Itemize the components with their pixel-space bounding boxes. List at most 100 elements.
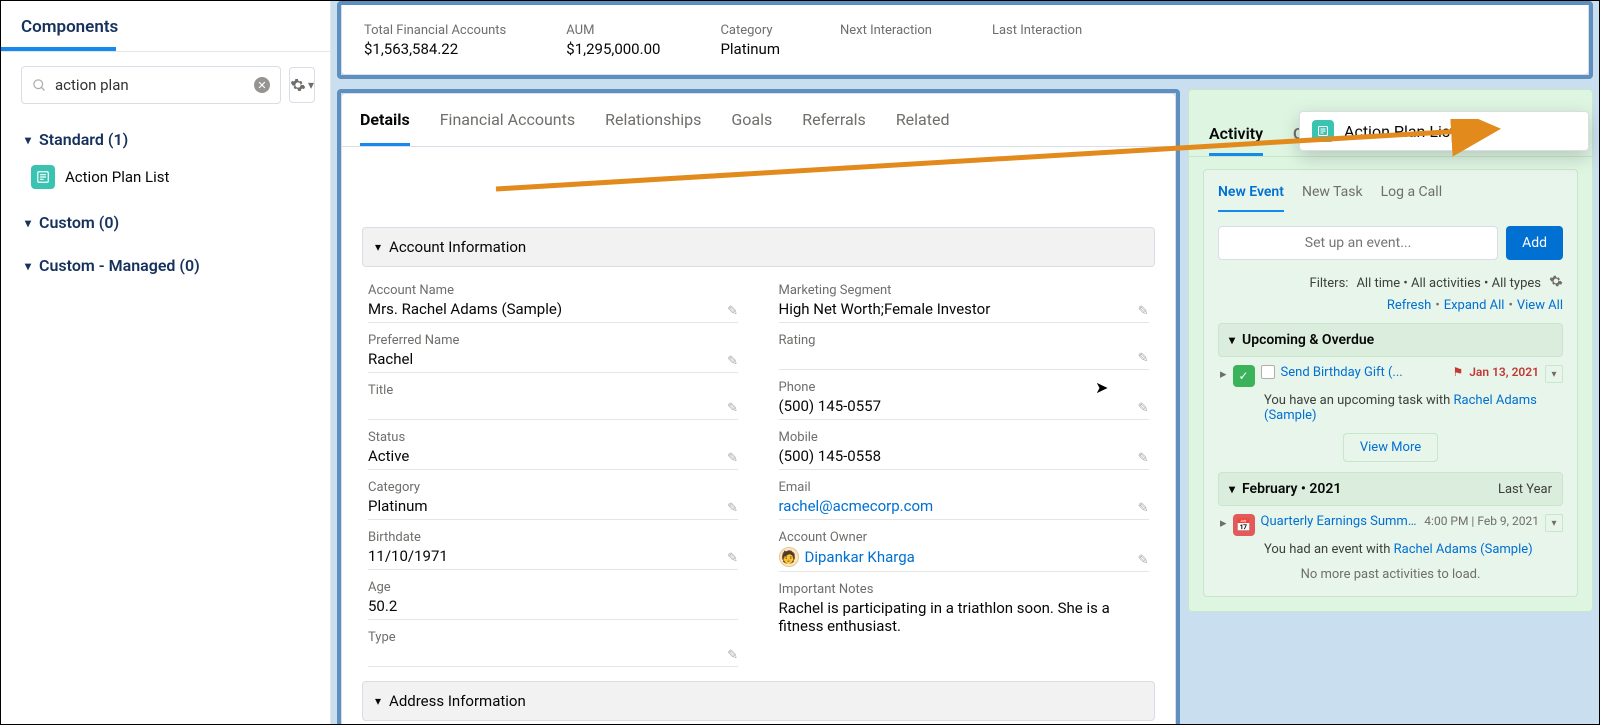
activity-panel: Activity Chatter New Event New Task Log …: [1188, 89, 1593, 612]
group-custom-managed[interactable]: ▾ Custom - Managed (0): [1, 240, 330, 283]
sidebar-title: Components: [1, 1, 330, 47]
event-time: 4:00 PM | Feb 9, 2021: [1424, 514, 1539, 528]
field-type: [368, 645, 738, 667]
edit-icon[interactable]: ✎: [1138, 553, 1149, 568]
component-search-input[interactable]: [55, 76, 254, 94]
edit-icon[interactable]: ✎: [727, 451, 738, 466]
task-checkbox[interactable]: [1261, 365, 1275, 379]
component-search-box[interactable]: ✕: [21, 66, 281, 104]
view-more-button[interactable]: View More: [1343, 433, 1438, 462]
field-mobile: (500) 145-0558: [779, 445, 1149, 470]
components-sidebar: Components ✕ ▾ ▾ Standard (1) Action Pla…: [1, 1, 331, 724]
field-important-notes: Rachel is participating in a triathlon s…: [779, 597, 1149, 639]
field-birthdate: 11/10/1971: [368, 545, 738, 570]
filter-settings-icon[interactable]: [1549, 274, 1563, 292]
related-record-link[interactable]: Rachel Adams (Sample): [1394, 542, 1533, 557]
sidebar-settings-button[interactable]: ▾: [289, 67, 315, 103]
field-preferred-name: Rachel: [368, 348, 738, 373]
gear-icon: [290, 77, 306, 93]
edit-icon[interactable]: ✎: [1138, 501, 1149, 516]
chevron-down-icon: ▾: [1229, 482, 1235, 496]
task-date: Jan 13, 2021: [1469, 365, 1539, 379]
highlights-panel: Total Financial Accounts$1,563,584.22 AU…: [341, 5, 1589, 75]
avatar: 🧑: [779, 547, 799, 567]
tab-details[interactable]: Details: [360, 94, 410, 146]
no-more-text: No more past activities to load.: [1218, 567, 1563, 582]
page-canvas: Total Financial Accounts$1,563,584.22 AU…: [331, 1, 1599, 724]
expand-all-link[interactable]: Expand All: [1444, 298, 1505, 313]
field-category: Platinum: [368, 495, 738, 520]
refresh-link[interactable]: Refresh: [1387, 298, 1431, 313]
group-label: Custom - Managed (0): [39, 256, 200, 275]
event-row: ▸ 📅 Quarterly Earnings Summa... 4:00 PM …: [1218, 514, 1563, 536]
tab-referrals[interactable]: Referrals: [802, 94, 866, 146]
group-standard[interactable]: ▾ Standard (1): [1, 114, 330, 157]
edit-icon[interactable]: ✎: [1138, 401, 1149, 416]
task-link[interactable]: Send Birthday Gift (...: [1281, 365, 1447, 380]
group-custom[interactable]: ▾ Custom (0): [1, 197, 330, 240]
drag-label: Action Plan List: [1344, 122, 1455, 141]
chevron-down-icon: ▾: [375, 694, 381, 708]
search-icon: [32, 78, 47, 93]
event-link[interactable]: Quarterly Earnings Summa...: [1261, 514, 1419, 529]
action-plan-icon: [1312, 120, 1334, 142]
view-all-link[interactable]: View All: [1517, 298, 1563, 313]
flag-icon: ⚑: [1452, 365, 1463, 379]
component-label: Action Plan List: [65, 168, 169, 186]
chevron-down-icon: ▾: [25, 216, 31, 230]
edit-icon[interactable]: ✎: [1138, 304, 1149, 319]
field-status: Active: [368, 445, 738, 470]
task-menu-icon[interactable]: ▾: [1545, 365, 1563, 383]
chevron-right-icon[interactable]: ▸: [1220, 516, 1227, 531]
owner-link[interactable]: Dipankar Kharga: [805, 548, 915, 566]
edit-icon[interactable]: ✎: [1138, 351, 1149, 366]
tab-relationships[interactable]: Relationships: [605, 94, 701, 146]
edit-icon[interactable]: ✎: [1138, 451, 1149, 466]
hl-value: $1,563,584.22: [364, 40, 506, 58]
field-age: 50.2: [368, 595, 738, 620]
tab-financial-accounts[interactable]: Financial Accounts: [440, 94, 575, 146]
add-button[interactable]: Add: [1506, 226, 1563, 260]
edit-icon[interactable]: ✎: [727, 354, 738, 369]
task-icon: ✓: [1233, 365, 1255, 387]
field-account-name: Mrs. Rachel Adams (Sample): [368, 298, 738, 323]
edit-icon[interactable]: ✎: [727, 304, 738, 319]
field-phone: (500) 145-0557: [779, 395, 1149, 420]
section-account-info[interactable]: ▾ Account Information: [362, 227, 1155, 267]
edit-icon[interactable]: ✎: [727, 648, 738, 663]
field-rating: [779, 348, 1149, 370]
group-label: Standard (1): [39, 130, 128, 149]
record-detail-card: Details Financial Accounts Relationships…: [341, 93, 1176, 724]
event-icon: 📅: [1233, 514, 1255, 536]
clear-search-icon[interactable]: ✕: [254, 77, 270, 93]
tab-new-event[interactable]: New Event: [1218, 184, 1284, 212]
tab-log-call[interactable]: Log a Call: [1381, 184, 1442, 212]
event-menu-icon[interactable]: ▾: [1545, 514, 1563, 532]
tab-activity[interactable]: Activity: [1209, 124, 1263, 156]
section-upcoming[interactable]: ▾ Upcoming & Overdue: [1218, 323, 1563, 357]
chevron-right-icon[interactable]: ▸: [1220, 367, 1227, 382]
tab-goals[interactable]: Goals: [731, 94, 772, 146]
event-subject-input[interactable]: [1218, 226, 1498, 260]
edit-icon[interactable]: ✎: [727, 501, 738, 516]
drag-preview: Action Plan List: [1299, 111, 1589, 151]
record-tabs: Details Financial Accounts Relationships…: [342, 94, 1175, 147]
hl-label: Total Financial Accounts: [364, 23, 506, 38]
tab-related[interactable]: Related: [896, 94, 950, 146]
chevron-down-icon: ▾: [1229, 333, 1235, 347]
group-label: Custom (0): [39, 213, 119, 232]
task-row: ▸ ✓ Send Birthday Gift (... ⚑ Jan 13, 20…: [1218, 365, 1563, 387]
field-title: [368, 398, 738, 420]
component-action-plan-list[interactable]: Action Plan List: [1, 157, 330, 197]
field-email[interactable]: rachel@acmecorp.com: [779, 495, 1149, 520]
field-marketing-segment: High Net Worth;Female Investor: [779, 298, 1149, 323]
filters-text: All time • All activities • All types: [1356, 276, 1541, 291]
action-plan-icon: [31, 165, 55, 189]
edit-icon[interactable]: ✎: [727, 551, 738, 566]
edit-icon[interactable]: ✎: [727, 401, 738, 416]
section-address-info[interactable]: ▾ Address Information: [362, 681, 1155, 721]
section-month[interactable]: ▾ February • 2021 Last Year: [1218, 472, 1563, 506]
field-account-owner: 🧑 Dipankar Kharga: [779, 545, 1149, 572]
chevron-down-icon: ▾: [25, 259, 31, 273]
tab-new-task[interactable]: New Task: [1302, 184, 1363, 212]
